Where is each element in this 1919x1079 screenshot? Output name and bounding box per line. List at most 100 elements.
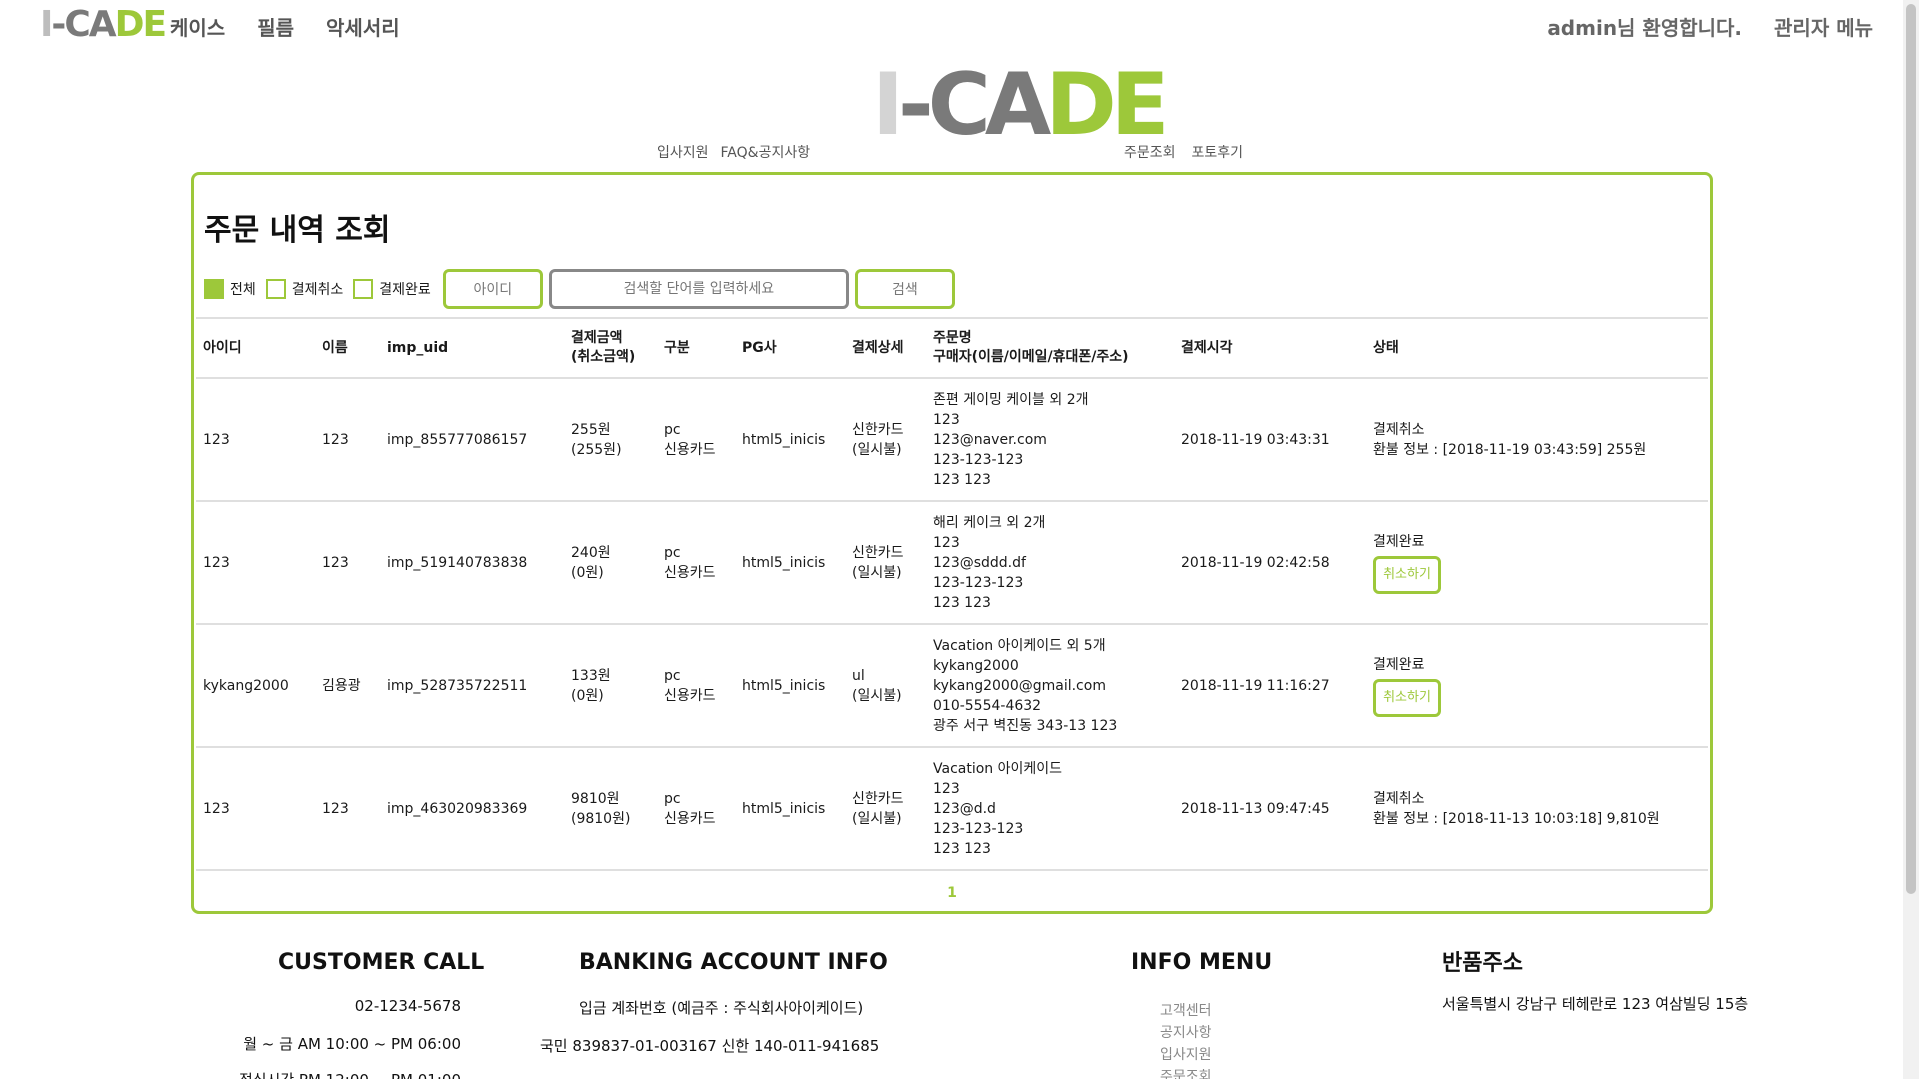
cell-id: 123 xyxy=(196,377,315,501)
filter-cancelled[interactable]: 결제취소 xyxy=(265,279,344,299)
main-logo-part-1: I xyxy=(872,55,904,155)
cell-status: 결제완료 취소하기 xyxy=(1366,623,1708,747)
cell-time: 2018-11-19 11:16:27 xyxy=(1174,623,1366,747)
cell-name: 김용광 xyxy=(315,623,380,747)
footer-banking-title: BANKING ACCOUNT INFO xyxy=(579,950,888,975)
subnav-recruit[interactable]: 입사지원 xyxy=(657,142,709,162)
pagination: 1 xyxy=(196,869,1708,914)
status-text: 결제취소 xyxy=(1373,790,1425,807)
refund-info: 환불 정보 : [2018-11-19 03:43:59] 255원 xyxy=(1373,441,1647,458)
cell-status: 결제완료취소하기 xyxy=(1366,500,1708,624)
cell-detail: 신한카드 (일시불) xyxy=(845,746,926,870)
cell-pg: html5_inicis xyxy=(735,623,845,747)
id-dropdown-button[interactable]: 아이디 xyxy=(442,269,543,309)
cell-detail: ul (일시불) xyxy=(845,623,926,747)
cell-type: pc 신용카드 xyxy=(657,377,735,501)
cell-imp-uid: imp_463020983369 xyxy=(380,746,564,870)
subnav-faq[interactable]: FAQ&공지사항 xyxy=(721,142,811,162)
logo-part-3: DE xyxy=(114,3,168,45)
filter-bar: 전체 결제취소 결제완료 아이디 검색 xyxy=(204,269,955,309)
footer-phone: 02-1234-5678 xyxy=(354,997,461,1015)
cell-name: 123 xyxy=(315,377,380,501)
header-logo[interactable]: I -CA DE xyxy=(40,3,168,45)
nav-film[interactable]: 필름 xyxy=(257,12,294,41)
cell-type: pc 신용카드 xyxy=(657,623,735,747)
header-order: 주문명 구매자(이름/이메일/휴대폰/주소) xyxy=(926,317,1174,378)
header-type: 구분 xyxy=(657,317,735,378)
page-link-1[interactable]: 1 xyxy=(947,885,957,901)
footer-info-menu-title: INFO MENU xyxy=(1131,950,1273,975)
cell-order: 존편 게이밍 케이블 외 2개 123 123@naver.com 123-123-1… xyxy=(926,377,1174,501)
cell-amount: 9810원 (9810원) xyxy=(564,746,657,870)
table-row: kykang2000 김용광 imp_528735722511 133원 (0원)… xyxy=(196,623,1708,747)
footer-hours: 월 ~ 금 AM 10:00 ~ PM 06:00 xyxy=(243,1035,461,1053)
subnav-order-lookup[interactable]: 주문조회 xyxy=(1124,142,1176,162)
footer-account-holder: 입금 계좌번호 (예금주 : 주식회사아이케이드) xyxy=(579,999,864,1017)
footer-accounts: 국민 839837-01-003167 신한 140-011-941685 xyxy=(540,1037,880,1055)
nav-case[interactable]: 케이스 xyxy=(170,12,225,41)
cell-detail: 신한카드 (일시불) xyxy=(845,377,926,501)
status-text: 결제취소 xyxy=(1373,421,1425,438)
footer-lunch: 점심시간 PM 12:00 ~ PM 01:00 xyxy=(239,1069,461,1079)
cell-name: 123 xyxy=(315,746,380,870)
main-logo-part-2: -CA xyxy=(898,55,1051,155)
filter-cancelled-label: 결제취소 xyxy=(291,282,344,298)
nav-accessory[interactable]: 악세서리 xyxy=(326,12,400,41)
table-row: 123 123 imp_519140783838 240원 (0원) pc 신용카드… xyxy=(196,500,1708,624)
cell-type: pc 신용카드 xyxy=(657,746,735,870)
filter-all-label: 전체 xyxy=(230,282,256,298)
table-row: 123 123 imp_463020983369 9810원 (9810원) pc… xyxy=(196,746,1708,870)
top-bar: I -CA DE 케이스 필름 악세서리 admin님 환영합니다. 관리자 메뉴 xyxy=(0,0,1919,52)
header-name: 이름 xyxy=(315,317,380,378)
subnav-photo-review[interactable]: 포토후기 xyxy=(1192,142,1244,162)
scrollbar-thumb[interactable] xyxy=(1906,4,1916,894)
search-button[interactable]: 검색 xyxy=(854,269,955,309)
logo-part-1: I xyxy=(40,3,53,45)
search-input[interactable] xyxy=(548,269,849,309)
checkbox-cancelled[interactable] xyxy=(265,279,286,299)
top-nav: 케이스 필름 악세서리 xyxy=(170,12,400,41)
cell-id: 123 xyxy=(196,500,315,624)
footer: CUSTOMER CALL 02-1234-5678 월 ~ 금 AM 10:0… xyxy=(0,940,1919,1079)
header-pg: PG사 xyxy=(735,317,845,378)
page-scrollbar[interactable] xyxy=(1903,0,1919,1079)
header-amount: 결제금액 (취소금액) xyxy=(564,317,657,378)
cell-imp-uid: imp_855777086157 xyxy=(380,377,564,501)
orders-table: 아이디 이름 imp_uid 결제금액 (취소금액) 구분 PG사 결제상세 주문… xyxy=(196,317,1708,914)
cell-order: Vacation 아이케이드 123 123@d.d 123-123-123 123 1… xyxy=(926,746,1174,870)
cancel-order-button[interactable]: 취소하기 xyxy=(1373,678,1441,717)
cancel-order-button[interactable]: 취소하기 xyxy=(1373,555,1441,594)
filter-all[interactable]: 전체 xyxy=(204,279,256,299)
cell-time: 2018-11-19 02:42:58 xyxy=(1174,500,1366,624)
footer-link-recruit[interactable]: 입사지원 xyxy=(1160,1044,1212,1064)
cell-time: 2018-11-13 09:47:45 xyxy=(1174,746,1366,870)
footer-link-customer-center[interactable]: 고객센터 xyxy=(1160,1000,1212,1020)
checkbox-all[interactable] xyxy=(204,279,224,299)
cell-status: 결제취소 환불 정보 : [2018-11-13 10:03:18] 9,810원 xyxy=(1366,746,1708,870)
filter-paid[interactable]: 결제완료 xyxy=(353,279,431,299)
cell-order: 해리 케이크 외 2개 123 123@sddd.df 123-123-123 123 … xyxy=(926,500,1174,624)
logo-part-2: -CA xyxy=(51,3,116,45)
table-header-row: 아이디 이름 imp_uid 결제금액 (취소금액) 구분 PG사 결제상세 주문… xyxy=(196,317,1708,378)
footer-link-notice[interactable]: 공지사항 xyxy=(1160,1022,1212,1042)
cell-imp-uid: imp_528735722511 xyxy=(380,623,564,747)
footer-link-order-lookup[interactable]: 주문조회 xyxy=(1160,1066,1212,1079)
cell-pg: html5_inicis xyxy=(735,746,845,870)
filter-paid-label: 결제완료 xyxy=(379,282,431,298)
header-id: 아이디 xyxy=(196,317,315,378)
admin-menu-link[interactable]: 관리자 메뉴 xyxy=(1774,12,1873,41)
status-text: 결제완료 xyxy=(1373,533,1425,550)
cell-order: Vacation 아이케이드 외 5개 kykang2000 kykang2000@… xyxy=(926,623,1174,747)
pagination-row: 1 xyxy=(196,869,1708,914)
cell-time: 2018-11-19 03:43:31 xyxy=(1174,377,1366,501)
table-row: 123 123 imp_855777086157 255원 (255원) pc 신용… xyxy=(196,377,1708,501)
header-imp-uid: imp_uid xyxy=(380,317,564,378)
subnav-left: 입사지원 FAQ&공지사항 xyxy=(657,142,810,162)
page-title: 주문 내역 조회 xyxy=(204,213,391,248)
main-logo[interactable]: I -CA DE xyxy=(872,55,1170,155)
welcome-text: admin님 환영합니다. xyxy=(1547,16,1743,40)
header-time: 결제시각 xyxy=(1174,317,1366,378)
cell-name: 123 xyxy=(315,500,380,624)
checkbox-paid[interactable] xyxy=(353,279,374,299)
cell-amount: 240원 (0원) xyxy=(564,500,657,624)
